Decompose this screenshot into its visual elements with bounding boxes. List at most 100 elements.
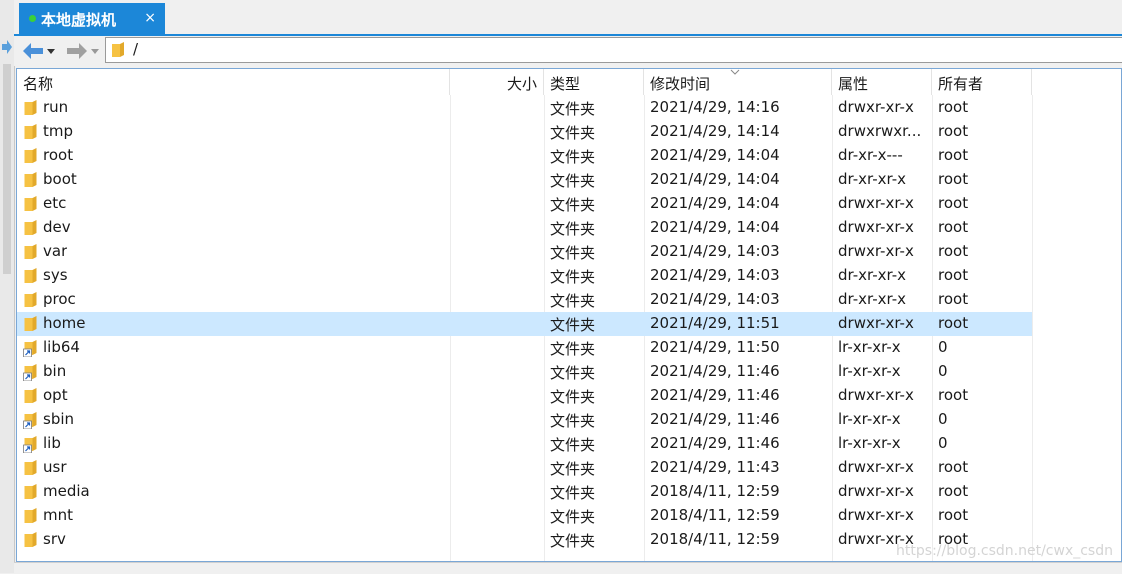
folder-icon	[24, 220, 37, 235]
back-button[interactable]	[22, 42, 44, 60]
file-modified: 2021/4/29, 11:43	[650, 458, 780, 476]
file-list: 名称 大小 类型 修改时间 属性 所有者 run 文件夹 2021/4/29, 14…	[16, 68, 1122, 562]
table-row[interactable]: root 文件夹 2021/4/29, 14:04 dr-xr-x--- root	[17, 144, 1032, 168]
table-row[interactable]: proc 文件夹 2021/4/29, 14:03 dr-xr-xr-x root	[17, 288, 1032, 312]
table-row[interactable]: dev 文件夹 2021/4/29, 14:04 drwxr-xr-x root	[17, 216, 1032, 240]
file-type: 文件夹	[550, 508, 596, 526]
file-owner: root	[938, 122, 969, 140]
file-modified: 2021/4/29, 14:04	[650, 170, 780, 188]
file-name: home	[43, 314, 86, 332]
column-header-modified-label: 修改时间	[650, 75, 711, 93]
file-owner: root	[938, 266, 969, 284]
file-owner: root	[938, 170, 969, 188]
file-modified: 2021/4/29, 14:04	[650, 218, 780, 236]
file-modified: 2018/4/11, 12:59	[650, 530, 780, 548]
file-type: 文件夹	[550, 412, 596, 430]
folder-icon	[24, 460, 37, 475]
file-type: 文件夹	[550, 220, 596, 238]
table-row[interactable]: sbin 文件夹 2021/4/29, 11:46 lr-xr-xr-x 0	[17, 408, 1032, 432]
table-row[interactable]: lib 文件夹 2021/4/29, 11:46 lr-xr-xr-x 0	[17, 432, 1032, 456]
table-row[interactable]: run 文件夹 2021/4/29, 14:16 drwxr-xr-x root	[17, 96, 1032, 120]
table-row[interactable]: srv 文件夹 2018/4/11, 12:59 drwxr-xr-x root	[17, 528, 1032, 552]
table-row[interactable]: mnt 文件夹 2018/4/11, 12:59 drwxr-xr-x root	[17, 504, 1032, 528]
file-name: opt	[43, 386, 68, 404]
file-modified: 2021/4/29, 11:50	[650, 338, 780, 356]
file-owner: root	[938, 290, 969, 308]
file-type: 文件夹	[550, 172, 596, 190]
file-attributes: dr-xr-x---	[838, 146, 903, 164]
table-row[interactable]: boot 文件夹 2021/4/29, 14:04 dr-xr-xr-x root	[17, 168, 1032, 192]
file-name: etc	[43, 194, 67, 212]
path-input[interactable]: /	[105, 37, 1122, 63]
column-header-attributes[interactable]: 属性	[832, 69, 932, 95]
file-attributes: lr-xr-xr-x	[838, 410, 901, 428]
folder-link-icon	[23, 364, 37, 381]
file-attributes: drwxr-xr-x	[838, 242, 914, 260]
column-header-name[interactable]: 名称	[17, 69, 450, 95]
file-name: boot	[43, 170, 77, 188]
file-type: 文件夹	[550, 436, 596, 454]
file-modified: 2021/4/29, 11:51	[650, 314, 780, 332]
file-owner: 0	[938, 338, 948, 356]
watermark: https://blog.csdn.net/cwx_csdn	[896, 543, 1113, 559]
file-owner: root	[938, 98, 969, 116]
file-owner: 0	[938, 410, 948, 428]
table-row[interactable]: tmp 文件夹 2021/4/29, 14:14 drwxrwxr... root	[17, 120, 1032, 144]
column-header-modified[interactable]: 修改时间	[644, 69, 832, 95]
file-type: 文件夹	[550, 148, 596, 166]
folder-icon	[112, 42, 124, 57]
file-attributes: drwxr-xr-x	[838, 386, 914, 404]
table-row[interactable]: lib64 文件夹 2021/4/29, 11:50 lr-xr-xr-x 0	[17, 336, 1032, 360]
file-attributes: dr-xr-xr-x	[838, 290, 907, 308]
file-modified: 2021/4/29, 14:03	[650, 266, 780, 284]
table-row[interactable]: media 文件夹 2018/4/11, 12:59 drwxr-xr-x root	[17, 480, 1032, 504]
file-owner: root	[938, 194, 969, 212]
file-name: root	[43, 146, 74, 164]
back-history-caret-icon[interactable]	[46, 44, 56, 58]
file-modified: 2018/4/11, 12:59	[650, 506, 780, 524]
folder-icon	[24, 196, 37, 211]
folder-link-icon	[23, 412, 37, 429]
file-attributes: drwxr-xr-x	[838, 506, 914, 524]
file-modified: 2021/4/29, 14:03	[650, 242, 780, 260]
file-modified: 2021/4/29, 14:04	[650, 194, 780, 212]
column-header-name-label: 名称	[23, 75, 54, 93]
file-name: var	[43, 242, 68, 260]
file-attributes: dr-xr-xr-x	[838, 266, 907, 284]
table-row[interactable]: sys 文件夹 2021/4/29, 14:03 dr-xr-xr-x root	[17, 264, 1032, 288]
file-attributes: drwxr-xr-x	[838, 482, 914, 500]
sort-descending-icon	[730, 69, 740, 75]
table-row[interactable]: var 文件夹 2021/4/29, 14:03 drwxr-xr-x root	[17, 240, 1032, 264]
file-type: 文件夹	[550, 268, 596, 286]
left-pane-scrollbar[interactable]	[3, 64, 11, 274]
tab-session[interactable]: 本地虚拟机 ×	[19, 3, 165, 34]
column-header-attributes-label: 属性	[838, 75, 869, 93]
folder-icon	[24, 508, 37, 523]
folder-icon	[24, 244, 37, 259]
table-row[interactable]: etc 文件夹 2021/4/29, 14:04 drwxr-xr-x root	[17, 192, 1032, 216]
column-header-type-label: 类型	[550, 75, 581, 93]
close-icon[interactable]: ×	[144, 10, 156, 26]
tab-bar: 本地虚拟机 ×	[14, 0, 1122, 36]
file-owner: root	[938, 458, 969, 476]
file-name: srv	[43, 530, 66, 548]
column-header-owner[interactable]: 所有者	[932, 69, 1032, 95]
current-path: /	[133, 40, 139, 58]
forward-history-caret-icon[interactable]	[90, 44, 100, 58]
file-type: 文件夹	[550, 316, 596, 334]
table-row[interactable]: usr 文件夹 2021/4/29, 11:43 drwxr-xr-x root	[17, 456, 1032, 480]
folder-icon	[24, 268, 37, 283]
folder-link-icon	[23, 340, 37, 357]
table-row[interactable]: home 文件夹 2021/4/29, 11:51 drwxr-xr-x root	[17, 312, 1032, 336]
column-header-size-label: 大小	[506, 75, 537, 93]
forward-button[interactable]	[66, 42, 88, 60]
column-header-size[interactable]: 大小	[450, 69, 544, 95]
file-name: proc	[43, 290, 76, 308]
folder-icon	[24, 148, 37, 163]
file-type: 文件夹	[550, 196, 596, 214]
table-row[interactable]: opt 文件夹 2021/4/29, 11:46 drwxr-xr-x root	[17, 384, 1032, 408]
file-attributes: lr-xr-xr-x	[838, 338, 901, 356]
column-header-type[interactable]: 类型	[544, 69, 644, 95]
file-type: 文件夹	[550, 364, 596, 382]
table-row[interactable]: bin 文件夹 2021/4/29, 11:46 lr-xr-xr-x 0	[17, 360, 1032, 384]
